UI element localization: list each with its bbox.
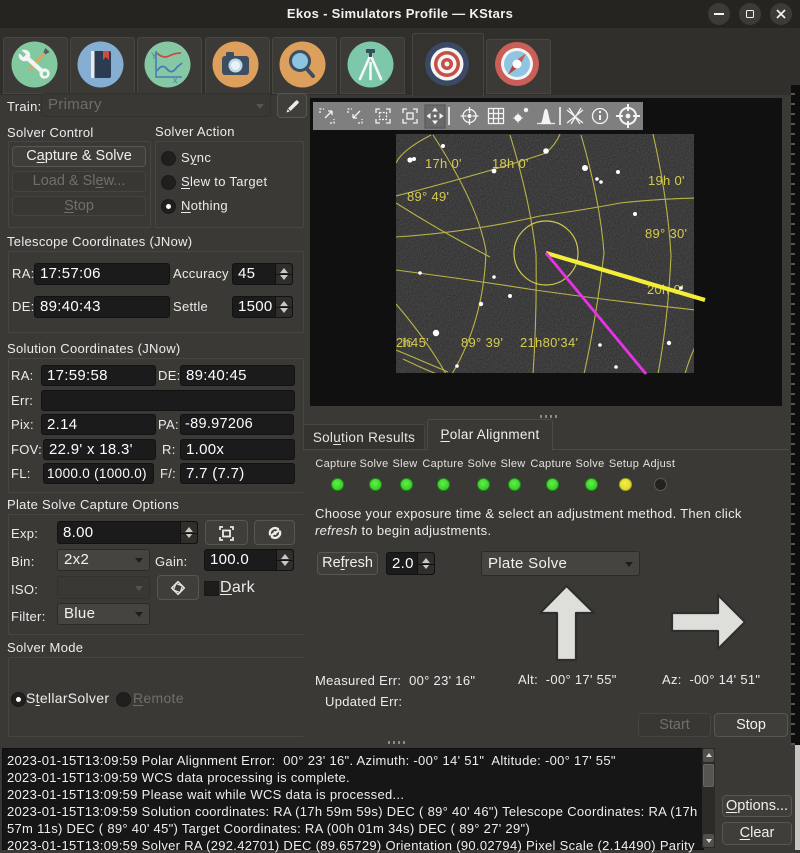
svg-text:18h 0': 18h 0' — [492, 156, 529, 171]
svg-text:89° 30': 89° 30' — [645, 226, 687, 241]
svg-text:19h 0': 19h 0' — [648, 173, 685, 188]
svg-text:89° 49': 89° 49' — [407, 189, 449, 204]
svg-text:21h80'34': 21h80'34' — [520, 335, 578, 350]
svg-text:I6: I6 — [402, 335, 413, 350]
svg-text:x: x — [173, 75, 178, 85]
svg-text:Y: Y — [151, 51, 157, 61]
svg-text:17h 0': 17h 0' — [425, 156, 462, 171]
svg-text:89° 39': 89° 39' — [461, 335, 503, 350]
